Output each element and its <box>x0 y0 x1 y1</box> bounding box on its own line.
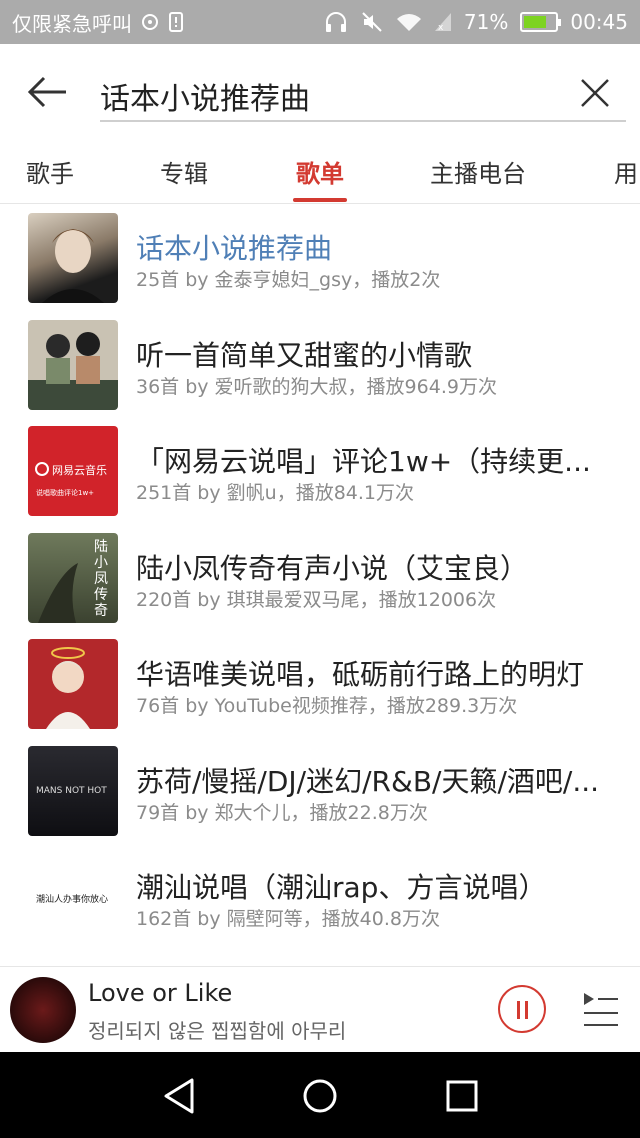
status-bar: 仅限紧急呼叫 x 71% 00:45 <box>0 0 640 44</box>
list-item[interactable]: 潮汕人办事你放心 潮汕说唱（潮汕rap、方言说唱） 162首 by 隔壁阿等，播… <box>0 844 640 950</box>
playlist-cover: 潮汕人办事你放心 <box>28 852 118 942</box>
playlist-title: 潮汕说唱（潮汕rap、方言说唱） <box>136 871 547 904</box>
nav-home-button[interactable] <box>300 1076 340 1116</box>
nav-back-button[interactable] <box>160 1076 200 1116</box>
close-icon <box>581 79 609 107</box>
list-item[interactable]: 听一首简单又甜蜜的小情歌 36首 by 爱听歌的狗大叔，播放964.9万次 <box>0 312 640 418</box>
result-tabs: 歌手 专辑 歌单 主播电台 用 <box>0 140 640 204</box>
mini-player[interactable]: Love or Like 정리되지 않은 찝찝함에 아무리 <box>0 966 640 1052</box>
svg-text:x: x <box>438 23 444 32</box>
sim-alert-icon <box>168 12 184 32</box>
pause-button[interactable] <box>498 985 546 1033</box>
playlist-queue-button[interactable] <box>582 989 620 1029</box>
clock: 00:45 <box>570 10 628 34</box>
back-button[interactable] <box>26 72 72 112</box>
now-playing-album-art <box>10 977 76 1043</box>
list-item[interactable]: 网易云音乐 说唱歌曲评论1w+ 「网易云说唱」评论1w+（持续更... 251首… <box>0 418 640 524</box>
now-playing-lyric: 정리되지 않은 찝찝함에 아무리 <box>88 1019 347 1043</box>
playlist-cover <box>28 639 118 729</box>
playlist-title: 陆小凤传奇有声小说（艾宝良） <box>136 552 529 585</box>
playlist-meta: 162首 by 隔壁阿等，播放40.8万次 <box>136 908 440 930</box>
square-recents-icon <box>446 1080 478 1112</box>
playlist-meta: 220首 by 琪琪最爱双马尾，播放12006次 <box>136 589 497 611</box>
mute-icon <box>360 11 384 33</box>
battery-percent: 71% <box>463 10 509 34</box>
playlist-meta: 36首 by 爱听歌的狗大叔，播放964.9万次 <box>136 376 497 398</box>
active-tab-indicator <box>293 198 347 202</box>
arrow-left-icon <box>27 76 66 108</box>
headphones-icon <box>324 11 348 33</box>
playlist-cover: 网易云音乐 说唱歌曲评论1w+ <box>28 426 118 516</box>
wifi-icon <box>396 12 422 32</box>
list-item[interactable]: MANS NOT HOT 苏荷/慢摇/DJ/迷幻/R&B/天籁/酒吧/... 7… <box>0 738 640 844</box>
playlist-cover <box>28 320 118 410</box>
tab-radio[interactable]: 主播电台 <box>430 154 526 189</box>
cover-brand-text: 网易云音乐 <box>52 464 107 477</box>
cover-title-text: 陆小凤传奇 <box>94 539 108 619</box>
carrier-text: 仅限紧急呼叫 <box>12 11 132 36</box>
list-item[interactable]: 华语唯美说唱，砥砺前行路上的明灯 76首 by YouTube视频推荐，播放28… <box>0 631 640 737</box>
search-query: 话本小说推荐曲 <box>100 82 310 117</box>
circle-home-icon <box>303 1079 337 1113</box>
clear-search-button[interactable] <box>578 76 612 110</box>
cover-title-text: MANS NOT HOT <box>36 786 107 796</box>
cover-caption: 说唱歌曲评论1w+ <box>36 489 95 497</box>
playlist-title: 话本小说推荐曲 <box>136 232 333 265</box>
queue-icon <box>584 993 618 1026</box>
list-item[interactable]: 陆小凤传奇 陆小凤传奇有声小说（艾宝良） 220首 by 琪琪最爱双马尾，播放1… <box>0 525 640 631</box>
search-header: 话本小说推荐曲 <box>0 44 640 140</box>
playlist-cover <box>28 213 118 303</box>
signal-icon: x <box>434 12 452 32</box>
cover-title-text: 潮汕人办事你放心 <box>36 895 109 905</box>
list-item[interactable]: 话本小说推荐曲 25首 by 金泰亨媳妇_gsy，播放2次 <box>0 205 640 311</box>
playlist-title: 华语唯美说唱，砥砺前行路上的明灯 <box>136 658 585 691</box>
playlist-title: 苏荷/慢摇/DJ/迷幻/R&B/天籁/酒吧/... <box>136 765 600 798</box>
triangle-back-icon <box>164 1078 194 1114</box>
tab-albums[interactable]: 专辑 <box>160 154 208 189</box>
search-input[interactable]: 话本小说推荐曲 <box>100 68 626 122</box>
playlist-title: 听一首简单又甜蜜的小情歌 <box>136 339 473 372</box>
playlist-title: 「网易云说唱」评论1w+（持续更... <box>136 445 591 478</box>
playlist-meta: 79首 by 郑大个儿，播放22.8万次 <box>136 802 428 824</box>
playlist-meta: 25首 by 金泰亨媳妇_gsy，播放2次 <box>136 269 441 291</box>
system-nav-bar <box>0 1052 640 1138</box>
battery-icon <box>520 12 562 32</box>
playlist-meta: 251首 by 劉帆u，播放84.1万次 <box>136 482 414 504</box>
tab-singers[interactable]: 歌手 <box>26 154 74 189</box>
netease-icon <box>140 12 160 32</box>
now-playing-title: Love or Like <box>88 979 233 1007</box>
nav-recents-button[interactable] <box>442 1076 482 1116</box>
playlist-cover: MANS NOT HOT <box>28 746 118 836</box>
tab-playlists[interactable]: 歌单 <box>296 154 344 189</box>
playlist-cover: 陆小凤传奇 <box>28 533 118 623</box>
playlist-meta: 76首 by YouTube视频推荐，播放289.3万次 <box>136 695 518 717</box>
tab-users[interactable]: 用 <box>614 154 638 189</box>
